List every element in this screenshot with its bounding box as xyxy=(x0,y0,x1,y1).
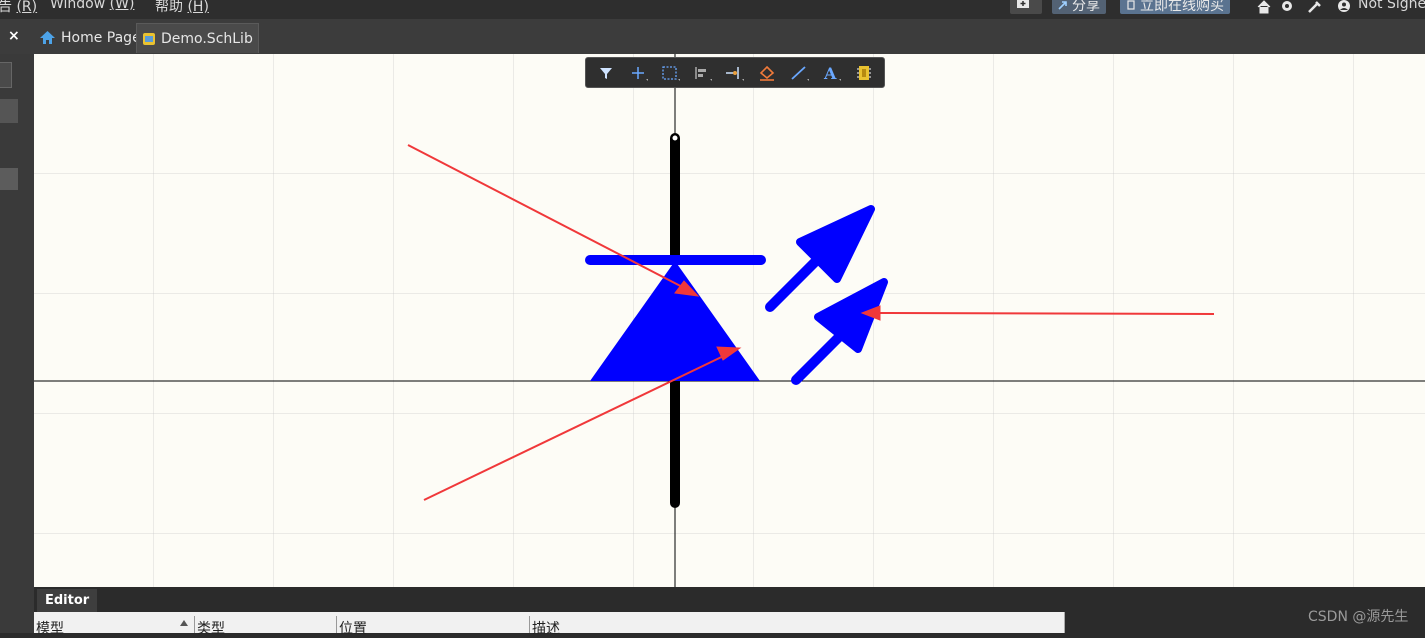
annotation-arrow-1 xyxy=(407,144,695,294)
close-tab-icon[interactable]: × xyxy=(8,28,20,44)
share-arrow-icon xyxy=(1058,1,1067,10)
document-tab-bar: Home Page Demo.SchLib xyxy=(0,19,1425,54)
notification-button[interactable] xyxy=(1010,0,1042,14)
panel-tab-button[interactable] xyxy=(0,62,12,88)
cart-icon xyxy=(1127,0,1135,10)
tab-home-page[interactable]: Home Page xyxy=(34,23,146,52)
filter-icon[interactable] xyxy=(596,64,616,82)
annotation-arrow-3 xyxy=(871,312,1215,315)
align-icon[interactable] xyxy=(692,64,712,82)
menu-item-help[interactable]: 帮助 (H) xyxy=(155,0,209,16)
share-button[interactable]: 分享 xyxy=(1052,0,1106,14)
text-icon[interactable]: A xyxy=(821,64,841,82)
schematic-drawing xyxy=(34,54,1425,587)
user-account-icon[interactable] xyxy=(1336,0,1352,14)
menu-item-report[interactable]: 告 (R) xyxy=(0,0,37,16)
svg-text:A: A xyxy=(823,64,837,82)
place-pin-icon[interactable] xyxy=(724,64,744,82)
edit-pen-icon[interactable] xyxy=(1306,0,1322,14)
schlib-document-icon xyxy=(143,32,155,45)
select-rect-icon[interactable] xyxy=(660,64,680,82)
account-label[interactable]: Not Signe xyxy=(1358,0,1425,12)
diode-triangle[interactable] xyxy=(590,261,760,381)
buy-online-button[interactable]: 立即在线购买 xyxy=(1120,0,1230,14)
gear-icon[interactable] xyxy=(1279,0,1295,14)
active-bar-toolbar: A xyxy=(585,57,885,88)
component-icon[interactable] xyxy=(854,64,874,82)
editor-panel-tabs: Editor xyxy=(34,587,1425,612)
pin-hotspot-marker xyxy=(671,134,679,142)
column-header-type[interactable]: 类型 xyxy=(197,618,225,638)
home-nav-icon[interactable] xyxy=(1256,0,1272,14)
left-side-panel xyxy=(0,54,34,633)
column-header-model[interactable]: 模型 xyxy=(36,618,64,638)
csdn-watermark: CSDN @源先生 xyxy=(1308,609,1409,625)
sort-ascending-icon[interactable] xyxy=(180,620,188,626)
schematic-canvas[interactable] xyxy=(34,54,1425,587)
column-header-location[interactable]: 位置 xyxy=(339,618,367,638)
panel-selected-row[interactable] xyxy=(0,168,18,190)
line-icon[interactable] xyxy=(789,64,809,82)
annotation-arrow-2 xyxy=(423,350,735,501)
home-icon xyxy=(40,31,55,44)
menu-item-window[interactable]: Window (W) xyxy=(50,0,134,12)
column-header-description[interactable]: 描述 xyxy=(532,618,560,638)
model-grid-header: 模型 类型 位置 描述 xyxy=(34,612,1065,637)
panel-header-strip xyxy=(0,99,18,123)
annotation-arrows xyxy=(407,144,1215,501)
tab-editor[interactable]: Editor xyxy=(37,589,98,612)
add-cross-icon[interactable] xyxy=(628,64,648,82)
eraser-icon[interactable] xyxy=(757,64,777,82)
tab-demo-schlib[interactable]: Demo.SchLib xyxy=(136,23,259,53)
chat-plus-icon xyxy=(1017,0,1029,8)
menu-bar: 告 (R) Window (W) 帮助 (H) 分享 立即在线购买 Not Si… xyxy=(0,0,1425,19)
